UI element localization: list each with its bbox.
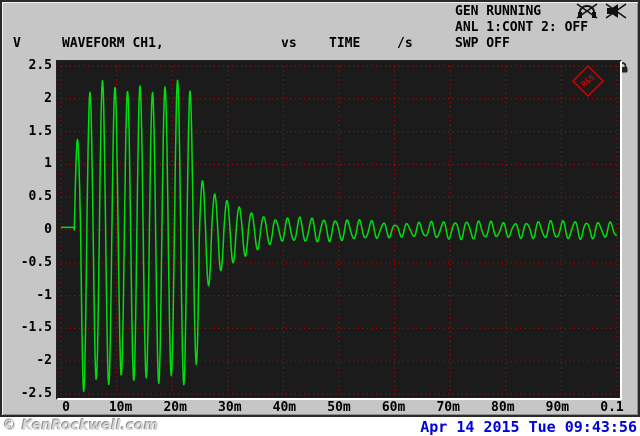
y-tick-label: -0.5 [20, 254, 52, 270]
x-tick-label: 30m [218, 400, 242, 415]
x-axis-title: TIME [329, 36, 361, 51]
y-tick-label: 2.5 [28, 58, 52, 73]
x-tick-label: 80m [491, 400, 515, 415]
vs-label: vs [281, 36, 297, 51]
x-tick-label: 10m [108, 400, 133, 415]
y-tick-label: 0.5 [28, 189, 52, 205]
y-tick-label: -1.5 [20, 320, 52, 336]
watermark: © KenRockwell.com [3, 418, 159, 434]
rs-logo-text: R&S [580, 73, 597, 89]
x-tick-label: 60m [381, 400, 406, 415]
x-tick-label: 70m [436, 400, 460, 415]
waveform-plot: R&S [56, 60, 622, 400]
scope-canvas: R&S [60, 64, 618, 395]
y-tick-label: 2 [44, 90, 52, 106]
y-unit-label: V [13, 36, 21, 51]
y-tick-label: -2 [36, 353, 52, 369]
y-tick-label: 1.5 [28, 123, 52, 139]
rs-logo: R&S [571, 64, 605, 98]
analyzer-status: ANL 1:CONT 2: OFF [455, 20, 589, 35]
trace-title: WAVEFORM CH1, [62, 36, 164, 51]
x-tick-label: 20m [163, 400, 187, 415]
sweep-status: SWP OFF [455, 36, 510, 51]
headphones-muted-icon [576, 3, 598, 19]
generator-status: GEN RUNNING [455, 4, 542, 19]
x-tick-label: 50m [327, 400, 351, 415]
screenshot-root: { "header": { "status_line1": "GEN RUNNI… [0, 0, 640, 436]
y-tick-label: 0 [44, 222, 52, 237]
x-tick-label: 90m [545, 400, 570, 415]
waveform-trace [60, 79, 618, 393]
x-tick-label: 0.1 [600, 400, 624, 415]
y-tick-label: 1 [44, 156, 52, 172]
timestamp: Apr 14 2015 Tue 09:43:56 [420, 418, 637, 436]
x-tick-label: 0 [62, 400, 70, 415]
y-tick-label: -1 [36, 287, 52, 303]
x-tick-label: 40m [272, 400, 297, 415]
speaker-muted-icon [605, 3, 627, 19]
x-unit-label: /s [397, 36, 413, 51]
